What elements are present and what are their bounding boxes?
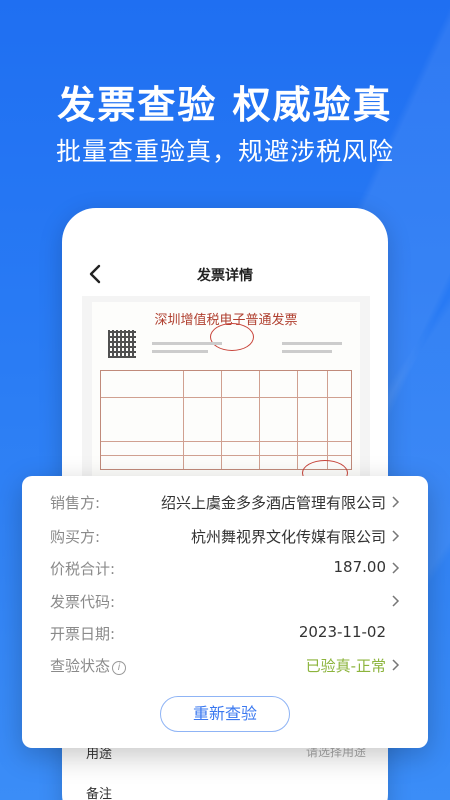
buyer-label: 购买方:	[50, 528, 101, 546]
usage-label: 用途	[86, 747, 113, 762]
buyer-value: 杭州舞视界文化传媒有限公司	[190, 528, 386, 546]
total-amount-value: 187.00	[333, 558, 387, 576]
remark-label: 备注	[86, 787, 113, 800]
invoice-details-card: 销售方: 绍兴上虞金多多酒店管理有限公司 购买方: 杭州舞视界文化传媒有限公司 …	[22, 476, 428, 748]
chevron-right-icon	[392, 496, 400, 508]
verify-status-label: 查验状态 i	[50, 655, 127, 676]
nav-bar: 发票详情	[62, 256, 388, 292]
invoice-code-row[interactable]: 发票代码:	[50, 589, 400, 613]
issue-date-value: 2023-11-02	[298, 623, 386, 641]
verify-status-value: 已验真-正常	[305, 657, 386, 675]
total-amount-label: 价税合计:	[50, 560, 116, 578]
info-icon[interactable]: i	[112, 661, 127, 675]
invoice-code-label: 发票代码:	[50, 593, 116, 611]
qr-code	[108, 330, 136, 358]
verify-status-row[interactable]: 查验状态 i 已验真-正常	[50, 653, 400, 677]
remark-row[interactable]: 备注	[86, 783, 366, 800]
tax-stamp	[210, 323, 254, 351]
seller-row[interactable]: 销售方: 绍兴上虞金多多酒店管理有限公司	[50, 490, 400, 514]
seller-label: 销售方:	[50, 494, 101, 512]
verify-status-label-text: 查验状态	[50, 657, 111, 675]
requery-button[interactable]: 重新查验	[160, 696, 290, 732]
invoice-preview[interactable]: 深圳增值税电子普通发票	[82, 296, 370, 486]
page-title: 发票详情	[197, 268, 253, 284]
buyer-row[interactable]: 购买方: 杭州舞视界文化传媒有限公司	[50, 524, 400, 548]
invoice-text-line	[152, 342, 222, 345]
invoice-text-line	[152, 350, 208, 353]
promo-subline: 批量查重验真，规避涉税风险	[55, 137, 394, 166]
total-amount-row[interactable]: 价税合计: 187.00	[50, 556, 400, 580]
chevron-right-icon	[392, 530, 400, 542]
chevron-right-icon	[392, 562, 400, 574]
invoice-table	[100, 370, 352, 470]
issue-date-row[interactable]: 开票日期: 2023-11-02	[50, 621, 400, 645]
invoice-image: 深圳增值税电子普通发票	[92, 302, 360, 486]
issue-date-label: 开票日期:	[50, 625, 116, 643]
chevron-right-icon	[392, 595, 400, 607]
invoice-text-line	[282, 350, 332, 353]
promo-headline: 发票查验 权威验真	[57, 83, 393, 127]
invoice-text-line	[282, 342, 342, 345]
chevron-right-icon	[392, 659, 400, 671]
seller-value: 绍兴上虞金多多酒店管理有限公司	[160, 494, 386, 512]
